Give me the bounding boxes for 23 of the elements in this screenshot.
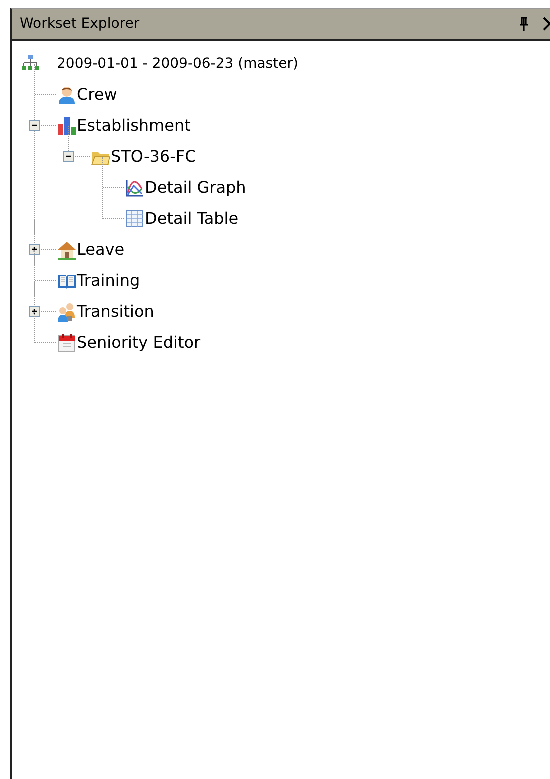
line-chart-icon (125, 178, 145, 198)
tree-item[interactable]: Detail Table (145, 209, 239, 228)
house-icon (57, 240, 77, 260)
tree-item[interactable]: STO-36-FC (111, 147, 196, 166)
people-icon (57, 302, 77, 322)
bar-chart-icon (57, 116, 77, 136)
person-icon (57, 84, 77, 104)
collapse-toggle[interactable] (29, 120, 40, 131)
panel-title: Workset Explorer (20, 16, 141, 32)
table-icon (125, 208, 145, 228)
tree-item[interactable]: Transition (77, 302, 154, 321)
tree-item[interactable]: Seniority Editor (77, 333, 201, 352)
tree-item[interactable]: Establishment (77, 116, 191, 135)
tree-item[interactable]: Training (77, 271, 140, 290)
expand-toggle[interactable] (29, 244, 40, 255)
expand-toggle[interactable] (29, 306, 40, 317)
tree-item[interactable]: 2009-01-01 - 2009-06-23 (master) (57, 56, 298, 72)
tree-item[interactable]: Crew (77, 85, 118, 104)
tree-item[interactable]: Leave (77, 240, 125, 259)
collapse-toggle[interactable] (63, 151, 74, 162)
calendar-icon (57, 332, 77, 352)
pin-icon[interactable] (519, 17, 529, 31)
tree-item[interactable]: Detail Graph (145, 178, 246, 197)
